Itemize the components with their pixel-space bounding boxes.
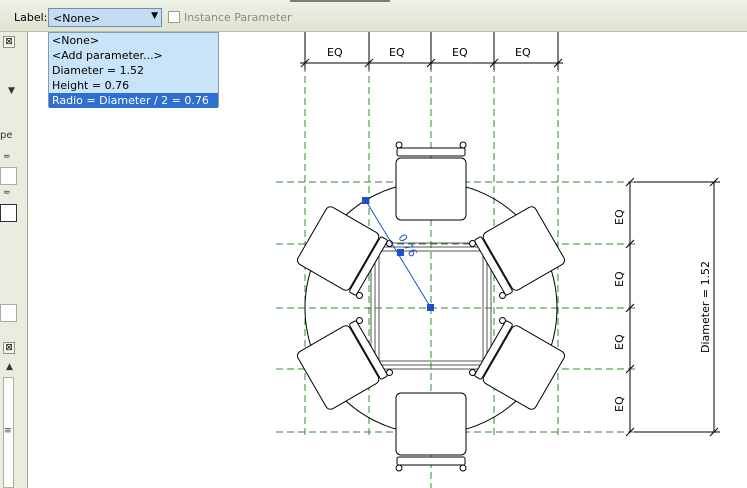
eq-label: EQ bbox=[613, 209, 626, 225]
diameter-label: Diameter = 1.52 bbox=[699, 261, 712, 353]
label-caption: Label: bbox=[14, 11, 48, 24]
label-dropdown-list[interactable]: <None> <Add parameter...> Diameter = 1.5… bbox=[48, 32, 219, 108]
chair-bottom bbox=[395, 392, 467, 472]
dropdown-arrow-icon[interactable]: ▼ bbox=[8, 86, 15, 96]
chair-top bbox=[395, 141, 467, 221]
eq-label: EQ bbox=[515, 46, 531, 59]
scroll-grip-icon: ≡ bbox=[4, 426, 12, 436]
dropdown-item-add-parameter[interactable]: <Add parameter...> bbox=[49, 48, 218, 63]
eq-label: EQ bbox=[613, 271, 626, 287]
collapse-icon[interactable]: ≈ bbox=[3, 152, 11, 162]
property-field[interactable] bbox=[0, 167, 17, 185]
radius-end-grip[interactable] bbox=[362, 197, 369, 204]
property-field[interactable] bbox=[0, 204, 17, 222]
properties-panel: ⊠ ▼ pe ≈ ≈ ⊠ ▲ ≡ bbox=[0, 32, 28, 488]
dropdown-item-height[interactable]: Height = 0.76 bbox=[49, 78, 218, 93]
dropdown-item-none[interactable]: <None> bbox=[49, 33, 218, 48]
label-dropdown[interactable]: <None> ▼ bbox=[48, 8, 162, 27]
close-icon[interactable]: ⊠ bbox=[3, 36, 15, 48]
center-grip[interactable] bbox=[427, 304, 434, 311]
instance-parameter-checkbox[interactable] bbox=[168, 11, 180, 23]
dropdown-item-diameter[interactable]: Diameter = 1.52 bbox=[49, 63, 218, 78]
eq-label: EQ bbox=[613, 396, 626, 412]
chevron-down-icon[interactable]: ▼ bbox=[151, 11, 158, 21]
top-eq-labels: EQ EQ EQ EQ bbox=[327, 46, 531, 59]
label-dropdown-value: <None> bbox=[53, 12, 101, 25]
panel-partial-text: pe bbox=[0, 130, 13, 141]
scroll-up-icon[interactable]: ▲ bbox=[6, 362, 13, 372]
options-bar: Label: <None> ▼ Instance Parameter bbox=[0, 0, 747, 32]
dropdown-item-radio[interactable]: Radio = Diameter / 2 = 0.76 bbox=[49, 93, 218, 108]
apply-button[interactable] bbox=[0, 304, 17, 322]
instance-parameter-label: Instance Parameter bbox=[184, 11, 292, 24]
eq-label: EQ bbox=[613, 334, 626, 350]
collapse-icon[interactable]: ≈ bbox=[3, 188, 11, 198]
close-icon[interactable]: ⊠ bbox=[3, 342, 15, 354]
eq-label: EQ bbox=[452, 46, 468, 59]
eq-label: EQ bbox=[327, 46, 343, 59]
toolbar-divider bbox=[290, 0, 390, 2]
eq-label: EQ bbox=[389, 46, 405, 59]
